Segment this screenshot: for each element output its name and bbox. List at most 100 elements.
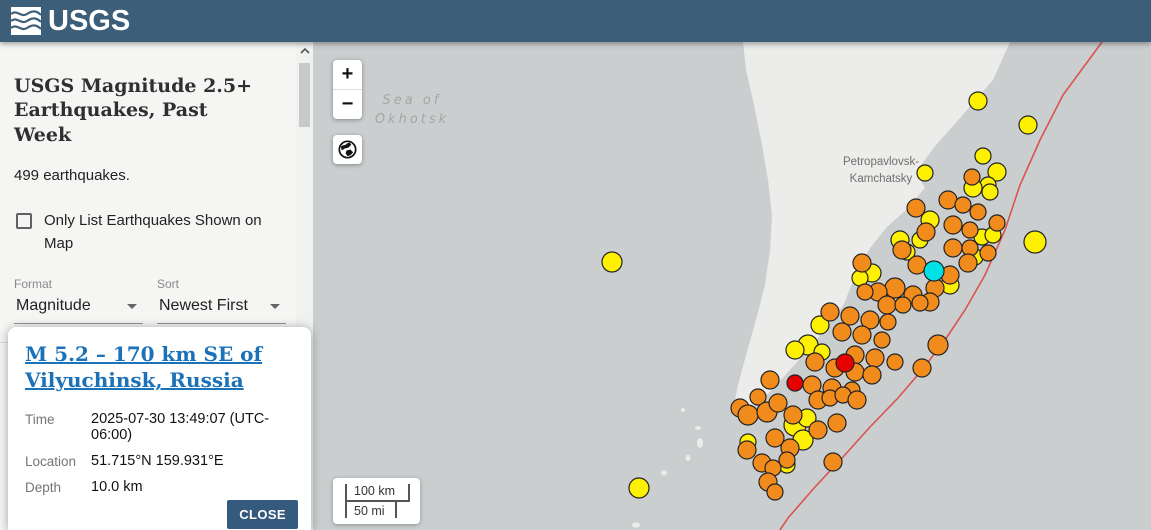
earthquake-marker-orange[interactable] [848, 391, 866, 409]
earthquake-marker-orange[interactable] [738, 441, 756, 459]
earthquake-marker-yellow[interactable] [969, 92, 987, 110]
earthquake-marker-orange[interactable] [964, 169, 980, 185]
scroll-up-icon[interactable] [296, 42, 313, 60]
island [632, 523, 640, 528]
island [695, 426, 701, 430]
location-value: 51.715°N 159.931°E [91, 453, 224, 469]
page-title: USGS Magnitude 2.5+ Earthquakes, Past We… [14, 74, 264, 147]
earthquake-detail-popup: M 5.2 – 170 km SE of Vilyuchinsk, Russia… [8, 327, 311, 530]
island [661, 471, 667, 476]
scale-km-label: 100 km [347, 484, 410, 502]
chevron-down-icon [127, 304, 137, 309]
map-scale: 100 km 50 mi [333, 478, 420, 524]
chevron-down-icon [270, 304, 280, 309]
earthquake-marker-yellow[interactable] [1024, 231, 1046, 253]
earthquake-marker-orange[interactable] [962, 222, 978, 238]
earthquake-marker-orange[interactable] [841, 307, 859, 325]
globe-icon [338, 140, 357, 159]
earthquake-marker-orange[interactable] [970, 204, 986, 220]
earthquake-marker-orange[interactable] [806, 353, 824, 371]
earthquake-marker-orange[interactable] [769, 394, 787, 412]
sort-select[interactable]: Newest First [157, 291, 286, 324]
format-select[interactable]: Magnitude [14, 291, 143, 324]
close-button[interactable]: CLOSE [227, 500, 298, 529]
zoom-in-button[interactable]: + [333, 60, 362, 89]
earthquake-marker-orange[interactable] [853, 326, 871, 344]
depth-label: Depth [25, 479, 91, 495]
earthquake-marker-orange[interactable] [863, 366, 881, 384]
earthquake-marker-orange[interactable] [959, 254, 977, 272]
earthquake-marker-orange[interactable] [761, 371, 779, 389]
earthquake-marker-red[interactable] [836, 354, 854, 372]
usgs-logotype: USGS [48, 7, 130, 36]
earthquake-marker-orange[interactable] [962, 240, 978, 256]
earthquake-marker-orange[interactable] [944, 216, 962, 234]
earthquake-marker-orange[interactable] [885, 278, 905, 298]
earthquake-marker-orange[interactable] [880, 314, 896, 330]
sort-label: Sort [157, 277, 286, 291]
zoom-out-button[interactable]: − [333, 90, 362, 119]
earthquake-marker-orange[interactable] [955, 197, 971, 213]
island [681, 408, 685, 412]
earthquake-marker-orange[interactable] [833, 323, 851, 341]
earthquake-marker-red[interactable] [787, 375, 803, 391]
earthquake-marker-yellow[interactable] [975, 148, 991, 164]
earthquake-marker-yellow[interactable] [602, 252, 622, 272]
depth-value: 10.0 km [91, 479, 143, 495]
location-row: Location 51.715°N 159.931°E [25, 453, 294, 469]
scale-mi-label: 50 mi [347, 502, 397, 518]
earthquake-marker-orange[interactable] [917, 223, 935, 241]
earthquake-marker-orange[interactable] [857, 284, 873, 300]
earthquake-count: 499 earthquakes. [14, 167, 297, 184]
earthquake-marker-orange[interactable] [908, 256, 926, 274]
earthquake-marker-orange[interactable] [912, 295, 928, 311]
earthquake-marker-orange[interactable] [738, 405, 758, 425]
earthquake-marker-orange[interactable] [928, 335, 948, 355]
earthquake-marker-orange[interactable] [767, 484, 783, 500]
earthquake-marker-orange[interactable] [893, 241, 911, 259]
earthquake-marker-orange[interactable] [907, 199, 925, 217]
island [697, 438, 703, 448]
earthquake-marker-orange[interactable] [980, 245, 996, 261]
usgs-header: USGS [0, 0, 1151, 42]
earthquake-marker-orange[interactable] [913, 359, 931, 377]
earthquake-marker-yellow[interactable] [629, 478, 649, 498]
earthquake-marker-cyan[interactable] [924, 261, 944, 281]
earthquake-marker-orange[interactable] [895, 297, 911, 313]
only-list-shown-checkbox-row[interactable]: Only List Earthquakes Shown on Map [14, 209, 274, 256]
earthquake-marker-yellow[interactable] [982, 184, 998, 200]
checkbox[interactable] [16, 213, 32, 229]
petropavlovsk-kamchatsky-label: Petropavlovsk- Kamchatsky [835, 154, 927, 187]
usgs-wave-icon [10, 5, 44, 37]
earthquake-marker-yellow[interactable] [786, 341, 804, 359]
map[interactable]: Sea of Okhotsk Petropavlovsk- Kamchatsky… [313, 42, 1151, 530]
earthquake-marker-orange[interactable] [878, 296, 896, 314]
earthquake-marker-yellow[interactable] [1019, 116, 1037, 134]
earthquake-marker-orange[interactable] [821, 303, 839, 321]
earthquake-marker-orange[interactable] [828, 414, 846, 432]
event-title-link[interactable]: M 5.2 – 170 km SE of Vilyuchinsk, Russia [25, 341, 294, 394]
checkbox-label: Only List Earthquakes Shown on Map [44, 209, 274, 256]
earthquake-marker-orange[interactable] [944, 239, 962, 257]
usgs-logo[interactable]: USGS [10, 5, 130, 37]
time-value: 2025-07-30 13:49:07 (UTC-06:00) [91, 411, 294, 443]
earthquake-marker-orange[interactable] [874, 332, 890, 348]
time-row: Time 2025-07-30 13:49:07 (UTC-06:00) [25, 411, 294, 443]
earthquake-marker-orange[interactable] [779, 452, 795, 468]
format-label: Format [14, 277, 143, 291]
format-value: Magnitude [16, 297, 91, 315]
earthquake-marker-orange[interactable] [824, 453, 842, 471]
earthquake-marker-orange[interactable] [853, 254, 871, 272]
sea-of-okhotsk-label: Sea of Okhotsk [357, 92, 467, 130]
earthquake-marker-orange[interactable] [866, 349, 884, 367]
depth-row: Depth 10.0 km [25, 479, 294, 495]
scrollbar-thumb[interactable] [299, 63, 310, 127]
globe-button[interactable] [333, 135, 362, 164]
earthquake-marker-orange[interactable] [989, 215, 1005, 231]
earthquake-marker-orange[interactable] [809, 421, 827, 439]
earthquake-marker-orange[interactable] [784, 406, 802, 424]
earthquake-marker-orange[interactable] [939, 191, 957, 209]
island [686, 455, 691, 461]
sort-value: Newest First [159, 297, 248, 315]
earthquake-marker-orange[interactable] [887, 354, 903, 370]
